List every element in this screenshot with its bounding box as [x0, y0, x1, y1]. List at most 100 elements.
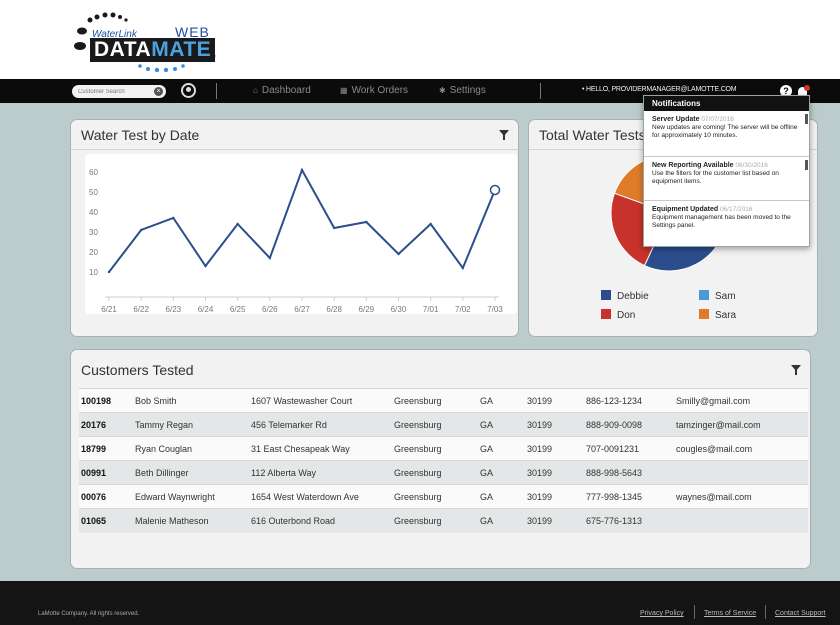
- scrollbar[interactable]: [805, 114, 808, 124]
- legend-item-sara: Sara: [699, 309, 736, 321]
- table-row[interactable]: 00076 Edward Waynwright 1654 West Waterdow…: [79, 484, 808, 509]
- data-point[interactable]: [489, 184, 501, 196]
- notification-item[interactable]: Equipment Updated 06/17/2016 Equipment m…: [652, 206, 800, 230]
- notifications-dropdown: Notifications Server Update 07/07/2016 N…: [643, 95, 810, 247]
- table-row[interactable]: 00991 Beth Dillinger 112 Alberta Way Greens…: [79, 460, 808, 485]
- nav-settings[interactable]: ✱ Settings: [439, 85, 486, 96]
- table-cell-address: 616 Outerbond Road: [251, 508, 394, 533]
- x-tick-label: 6/23: [166, 305, 182, 314]
- data-point: [365, 220, 368, 224]
- filter-icon[interactable]: [791, 365, 801, 375]
- y-tick-label: 60: [89, 168, 98, 177]
- table-cell-phone: 777-998-1345: [586, 484, 676, 509]
- table-row[interactable]: 20176 Tammy Regan 456 Telemarker Rd Greensb…: [79, 412, 808, 437]
- table-cell-email: [676, 508, 808, 533]
- table-cell-id: 00076: [79, 484, 135, 509]
- privacy-policy-link[interactable]: Privacy Policy: [640, 610, 684, 617]
- data-point: [107, 270, 111, 274]
- x-tick-label: 6/25: [230, 305, 246, 314]
- x-tick-label: 6/29: [359, 305, 375, 314]
- customers-tested-title: Customers Tested: [81, 362, 194, 378]
- data-point: [139, 228, 143, 232]
- table-cell-city: Greensburg: [394, 388, 480, 413]
- table-row[interactable]: 01065 Malenie Matheson 616 Outerbond Road G…: [79, 508, 808, 533]
- total-water-tests-title: Total Water Tests: [539, 127, 646, 143]
- water-test-line-chart: 10 20 30 40 50 60 6/21 6/22 6/23 6/24 6/25 6/26 6/27…: [89, 167, 503, 314]
- legend-item-sam: Sam: [699, 290, 736, 302]
- x-tick-label: 6/24: [198, 305, 214, 314]
- data-point: [300, 168, 304, 172]
- terms-of-service-link[interactable]: Terms of Service: [704, 610, 756, 617]
- table-cell-zip: 30199: [527, 388, 586, 413]
- copyright-text: LaMotte Company. All rights reserved.: [38, 611, 140, 617]
- table-cell-email: Smilly@gmail.com: [676, 388, 808, 413]
- notification-item[interactable]: New Reporting Available 06/30/2016 Use t…: [652, 162, 800, 186]
- header-area: WaterLink WEB DATAMATE: [0, 0, 840, 78]
- table-cell-name: Malenie Matheson: [135, 508, 251, 533]
- scrollbar[interactable]: [805, 160, 808, 170]
- table-cell-zip: 30199: [527, 460, 586, 485]
- x-tick-label: 6/26: [262, 305, 278, 314]
- table-cell-id: 00991: [79, 460, 135, 485]
- table-cell-address: 112 Alberta Way: [251, 460, 394, 485]
- table-cell-email: cougles@mail.com: [676, 436, 808, 461]
- table-cell-address: 456 Telemarker Rd: [251, 412, 394, 437]
- table-row[interactable]: 18799 Ryan Couglan 31 East Chesapeak Way Gr…: [79, 436, 808, 461]
- table-cell-zip: 30199: [527, 412, 586, 437]
- table-cell-city: Greensburg: [394, 508, 480, 533]
- table-cell-id: 100198: [79, 388, 135, 413]
- gear-icon: ✱: [439, 86, 446, 95]
- data-point: [204, 264, 207, 268]
- table-cell-address: 1654 West Waterdown Ave: [251, 484, 394, 509]
- x-tick-label: 6/21: [101, 305, 117, 314]
- x-tick-label: 7/01: [423, 305, 439, 314]
- table-cell-address: 31 East Chesapeak Way: [251, 436, 394, 461]
- work-orders-icon: ▦: [340, 86, 348, 95]
- nav-work-orders[interactable]: ▦ Work Orders: [340, 85, 408, 96]
- nav-dashboard[interactable]: ⌂ Dashboard: [253, 85, 311, 96]
- data-point: [268, 256, 272, 260]
- y-tick-label: 30: [89, 228, 98, 237]
- y-tick-label: 10: [89, 268, 98, 277]
- table-cell-phone: 707-0091231: [586, 436, 676, 461]
- customers-tested-panel: Customers Tested 100198 Bob Smith 1607 Was…: [70, 349, 811, 569]
- table-cell-state: GA: [480, 460, 527, 485]
- table-row[interactable]: 100198 Bob Smith 1607 Wastewasher Court Gre…: [79, 388, 808, 413]
- y-tick-label: 20: [89, 248, 98, 257]
- table-cell-city: Greensburg: [394, 460, 480, 485]
- y-tick-label: 50: [89, 188, 98, 197]
- contact-support-link[interactable]: Contact Support: [775, 610, 826, 617]
- table-cell-id: 18799: [79, 436, 135, 461]
- table-cell-state: GA: [480, 388, 527, 413]
- notification-item[interactable]: Server Update 07/07/2016 New updates are…: [652, 116, 800, 140]
- data-point: [332, 226, 336, 230]
- x-tick-label: 6/27: [294, 305, 310, 314]
- customers-table: 100198 Bob Smith 1607 Wastewasher Court Gre…: [79, 388, 808, 533]
- table-cell-phone: 888-998-5643: [586, 460, 676, 485]
- table-cell-address: 1607 Wastewasher Court: [251, 388, 394, 413]
- table-cell-name: Beth Dillinger: [135, 460, 251, 485]
- x-tick-label: 6/30: [391, 305, 407, 314]
- user-greeting[interactable]: • HELLO, PROVIDERMANAGER@LAMOTTE.COM: [582, 86, 737, 93]
- customer-search-input[interactable]: [78, 86, 152, 97]
- table-cell-state: GA: [480, 508, 527, 533]
- table-cell-name: Edward Waynwright: [135, 484, 251, 509]
- notification-badge: [804, 85, 810, 91]
- filter-icon[interactable]: [499, 130, 509, 140]
- table-cell-zip: 30199: [527, 508, 586, 533]
- table-cell-id: 01065: [79, 508, 135, 533]
- data-point: [461, 266, 465, 270]
- table-cell-zip: 30199: [527, 484, 586, 509]
- x-tick-label: 6/28: [326, 305, 342, 314]
- nav-divider: [540, 83, 541, 99]
- x-tick-label: 7/02: [455, 305, 471, 314]
- add-customer-icon[interactable]: [181, 83, 196, 98]
- series-line: [108, 167, 496, 273]
- table-cell-phone: 888-909-0098: [586, 412, 676, 437]
- table-cell-state: GA: [480, 412, 527, 437]
- datamate-logo[interactable]: WaterLink WEB DATAMATE: [70, 10, 230, 76]
- water-test-title: Water Test by Date: [81, 127, 200, 143]
- x-tick-label: 6/22: [133, 305, 149, 314]
- search-clear-icon[interactable]: ×: [154, 87, 163, 96]
- data-point: [172, 216, 175, 220]
